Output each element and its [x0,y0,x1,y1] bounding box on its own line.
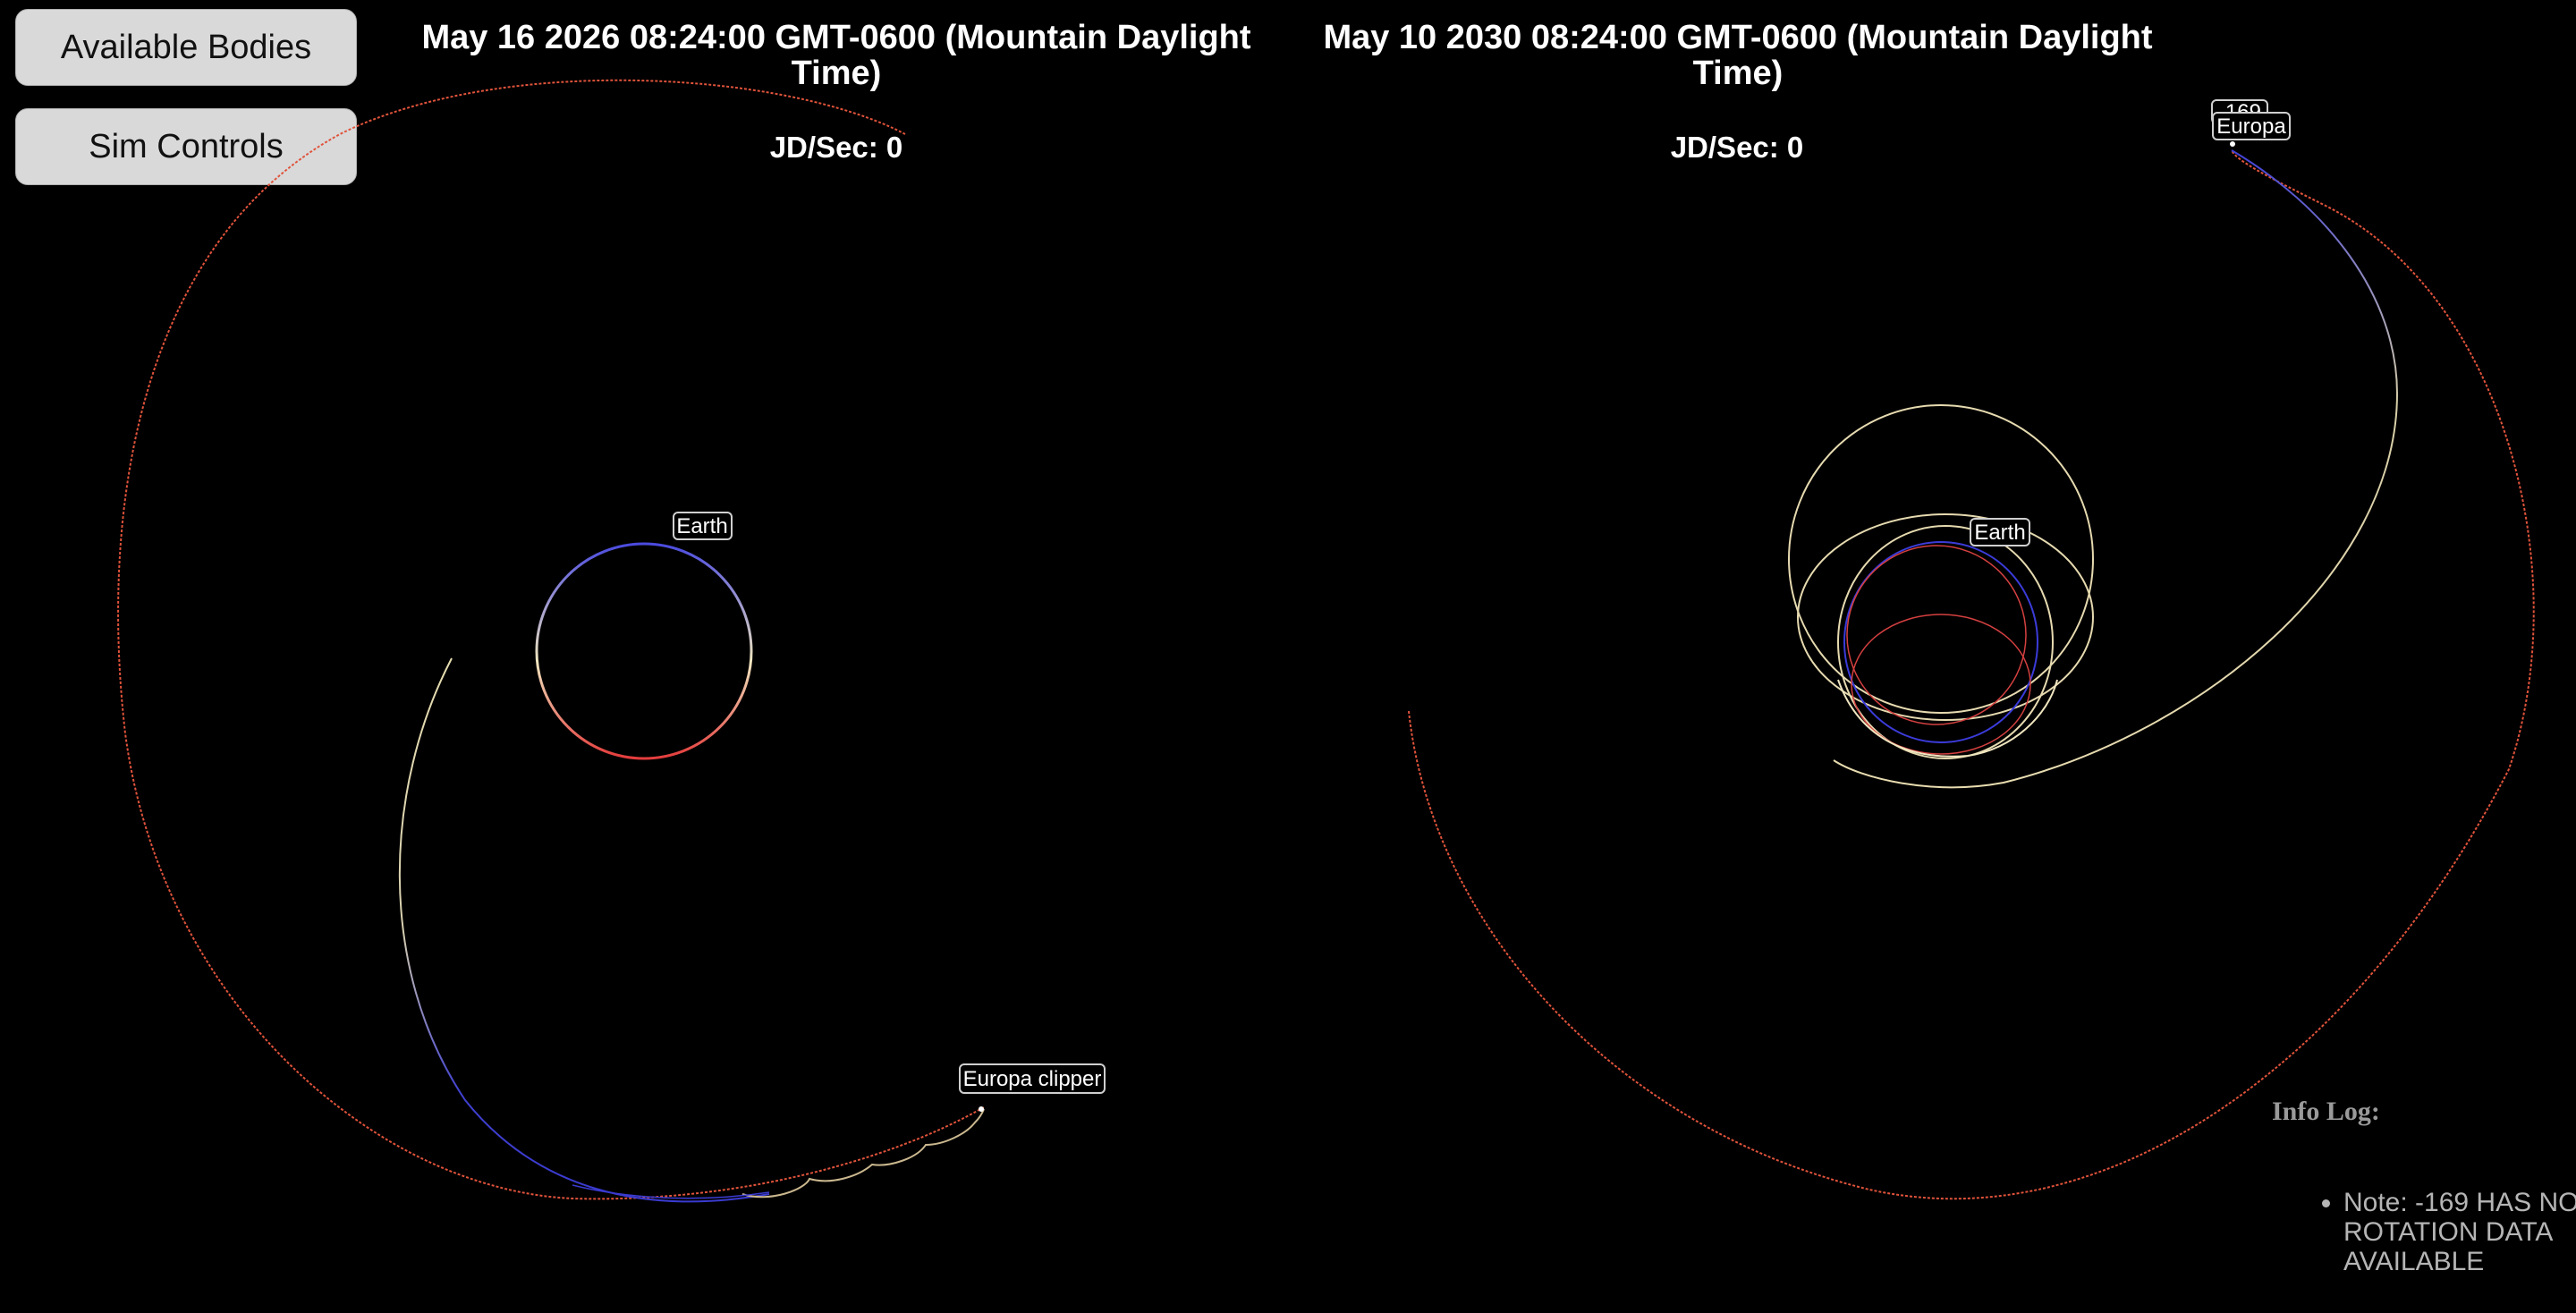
info-log-list: Note: -169 HAS NO ROTATION DATA AVAILABL… [2317,1188,2576,1297]
svg-text:Earth: Earth [1974,521,2025,545]
svg-text:Europa clipper: Europa clipper [963,1067,1102,1091]
left-outer-orbit-path [117,79,985,1200]
left-earth-orbit [535,542,753,760]
svg-text:Earth: Earth [676,514,727,538]
left-earth-label[interactable]: Earth [673,512,733,540]
right-orbit-view: -169 Europa Earth [1408,99,2535,1200]
right-earth-label[interactable]: Earth [1970,518,2030,546]
svg-text:Europa: Europa [2216,114,2286,139]
right-transfer-trajectory [1833,149,2399,789]
right-loop-large [1788,404,2094,714]
left-spacecraft-marker [979,1106,984,1112]
left-spacecraft-label[interactable]: Europa clipper [959,1063,1106,1094]
right-outer-orbit-path [1408,149,2535,1200]
left-orbit-view: Earth Europa clipper [117,79,1106,1203]
info-log-entry: Note: -169 HAS NO ROTATION DATA AVAILABL… [2343,1188,2576,1276]
right-europa-marker [2230,141,2235,147]
left-gravity-assist-loops [741,1108,985,1199]
orbit-view-canvas[interactable]: Earth Europa clipper -169 Europa [0,0,2576,1313]
info-log-title: Info Log: [2272,1097,2380,1126]
right-europa-label[interactable]: Europa [2212,112,2291,140]
